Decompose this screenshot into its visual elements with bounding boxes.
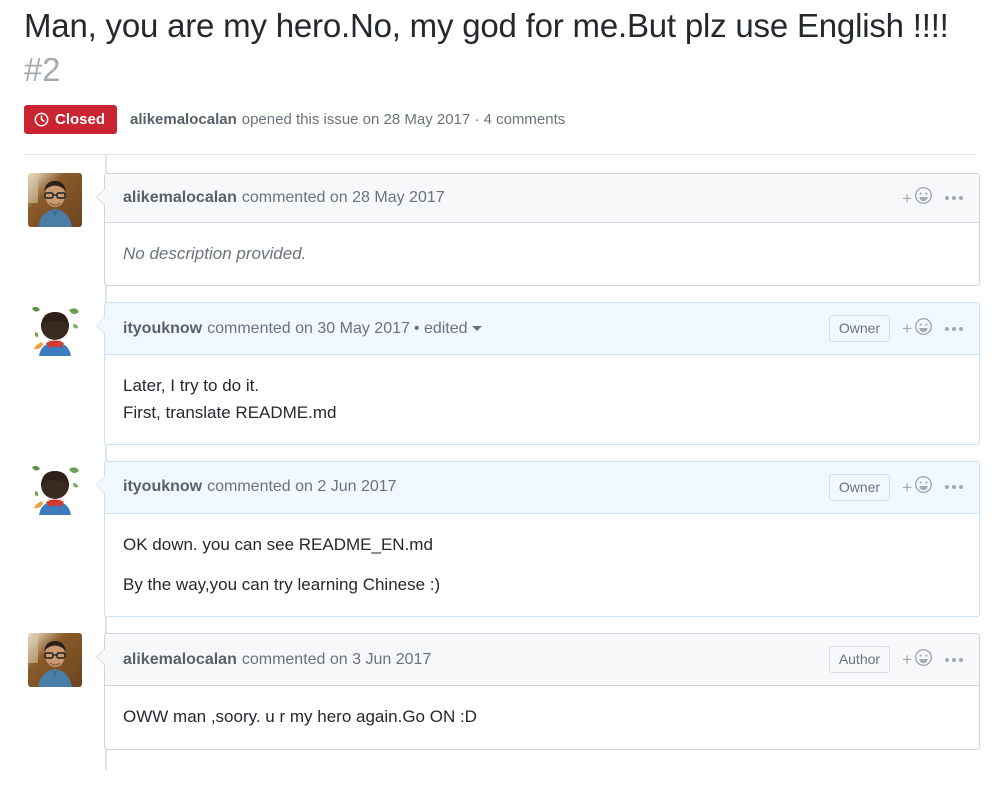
issue-page: Man, you are my hero.No, my god for me.B…: [0, 0, 1000, 797]
comment-paragraph: Later, I try to do it. First, translate R…: [123, 373, 961, 426]
comment-item: alikemalocalan commented on 28 May 2017 + N…: [28, 173, 980, 287]
comment-author-link[interactable]: alikemalocalan: [123, 651, 237, 669]
comment-author-link[interactable]: alikemalocalan: [123, 189, 237, 207]
comment-timestamp: commented on 2 Jun 2017: [207, 478, 397, 496]
comment-line: No description provided.: [123, 244, 307, 264]
issue-title-text: Man, you are my hero.No, my god for me.B…: [24, 7, 949, 44]
comment-actions: +: [902, 475, 967, 499]
comment-body: Later, I try to do it. First, translate R…: [105, 355, 979, 444]
comment-paragraph: OK down. you can see README_EN.md: [123, 534, 433, 554]
comment-body: OK down. you can see README_EN.md By the …: [105, 514, 979, 617]
comment-header: ityouknow commented on 2 Jun 2017 Owner +: [105, 461, 979, 514]
comment-author-link[interactable]: ityouknow: [123, 320, 202, 338]
comment-line: Later, I try to do it.: [123, 376, 260, 396]
issue-meta: Closed alikemalocalan opened this issue …: [24, 105, 976, 135]
issue-closed-icon: [34, 112, 49, 127]
comments-timeline: alikemalocalan commented on 28 May 2017 + N…: [0, 155, 1000, 770]
comment-paragraph: OWW man ,soory. u r my hero again.Go ON …: [123, 704, 961, 730]
smiley-icon: [914, 475, 933, 499]
comment-timestamp: commented on 28 May 2017: [241, 189, 445, 207]
comment-line: First, translate README.md: [123, 402, 337, 422]
avatar[interactable]: [28, 173, 82, 228]
plus-icon: +: [902, 650, 912, 670]
add-reaction-button[interactable]: +: [902, 648, 933, 672]
comment-item: ityouknow commented on 30 May 2017 • edite…: [28, 302, 980, 445]
comment-header: ityouknow commented on 30 May 2017 • edite…: [105, 303, 979, 356]
edited-label: • edited: [413, 319, 468, 337]
avatar[interactable]: [28, 460, 82, 515]
comment-actions: +: [902, 648, 967, 672]
page-title: Man, you are my hero.No, my god for me.B…: [24, 4, 976, 91]
status-badge-label: Closed: [55, 111, 106, 129]
comment-actions: +: [902, 317, 967, 341]
comment-header: alikemalocalan commented on 28 May 2017 +: [105, 174, 979, 224]
comment-box: ityouknow commented on 30 May 2017 • edite…: [96, 302, 980, 445]
comment-body: No description provided.: [105, 223, 979, 285]
kebab-horizontal-icon[interactable]: [945, 196, 963, 201]
comment-box: alikemalocalan commented on 28 May 2017 + N…: [96, 173, 980, 287]
comment-timestamp: commented on 3 Jun 2017: [241, 650, 432, 668]
comment-box: ityouknow commented on 2 Jun 2017 Owner + OK…: [96, 460, 980, 618]
add-reaction-button[interactable]: +: [902, 186, 933, 210]
comment-author-link[interactable]: ityouknow: [123, 478, 202, 496]
role-badge: Owner: [828, 473, 891, 501]
avatar[interactable]: [28, 302, 82, 357]
comment-paragraph: By the way,you can try learning Chinese …: [123, 575, 441, 595]
avatar-image: [28, 173, 82, 228]
comment-item: ityouknow commented on 2 Jun 2017 Owner + OK…: [28, 460, 980, 618]
edited-dropdown[interactable]: • edited: [414, 320, 482, 338]
avatar-image: [28, 302, 82, 357]
kebab-horizontal-icon[interactable]: [945, 326, 963, 331]
comment-body: OWW man ,soory. u r my hero again.Go ON …: [105, 686, 979, 748]
avatar-image: [28, 460, 82, 515]
comment-box: alikemalocalan commented on 3 Jun 2017 Aut…: [96, 633, 980, 750]
comment-paragraph: No description provided.: [123, 241, 961, 267]
role-badge: Owner: [828, 315, 891, 343]
issue-number: #2: [24, 50, 61, 88]
issue-meta-text: opened this issue on 28 May 2017 · 4 com…: [241, 111, 566, 129]
comment-header: alikemalocalan commented on 3 Jun 2017 Aut…: [105, 634, 979, 687]
add-reaction-button[interactable]: +: [902, 475, 933, 499]
role-badge: Author: [828, 646, 891, 674]
comment-actions: +: [902, 186, 967, 210]
add-reaction-button[interactable]: +: [902, 317, 933, 341]
issue-header: Man, you are my hero.No, my god for me.B…: [0, 0, 1000, 135]
kebab-horizontal-icon[interactable]: [945, 485, 963, 490]
smiley-icon: [914, 648, 933, 672]
plus-icon: +: [902, 319, 912, 339]
plus-icon: +: [902, 477, 912, 497]
comment-item: alikemalocalan commented on 3 Jun 2017 Aut…: [28, 633, 980, 750]
smiley-icon: [914, 186, 933, 210]
chevron-down-icon: [471, 325, 482, 331]
comment-line: OWW man ,soory. u r my hero again.Go ON …: [123, 707, 477, 727]
status-badge: Closed: [24, 105, 118, 135]
avatar[interactable]: [28, 633, 82, 688]
comment-timestamp: commented on 30 May 2017: [207, 319, 410, 337]
plus-icon: +: [902, 188, 912, 208]
avatar-image: [28, 633, 82, 688]
smiley-icon: [914, 317, 933, 341]
issue-author-link[interactable]: alikemalocalan: [130, 111, 237, 128]
kebab-horizontal-icon[interactable]: [945, 657, 963, 662]
